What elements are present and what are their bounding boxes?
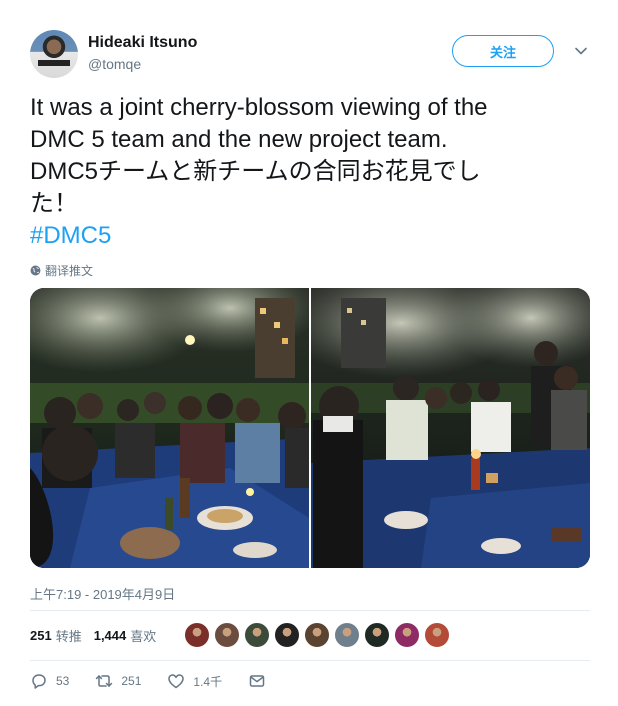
liker-avatar[interactable] [214, 622, 240, 648]
retweets-stat[interactable]: 251 转推 [30, 626, 82, 645]
photo-right[interactable] [311, 288, 590, 568]
liker-avatar[interactable] [334, 622, 360, 648]
retweet-count: 251 [121, 674, 142, 688]
translate-tweet-link[interactable]: 翻译推文 [30, 262, 93, 279]
reply-button[interactable]: 53 [30, 672, 69, 690]
follow-button[interactable]: 关注 [452, 35, 554, 67]
photo-right-image [311, 288, 590, 568]
liker-avatar[interactable] [184, 622, 210, 648]
liker-avatar[interactable] [274, 622, 300, 648]
tweet-text-line: DMC5チームと新チームの合同お花見でし [30, 158, 481, 185]
engagement-stats: 251 转推 1,444 喜欢 [30, 622, 168, 648]
tweet-text-line: た！ [30, 190, 78, 217]
user-handle[interactable]: @tomqe [88, 56, 141, 72]
like-count: 1.4千 [193, 674, 223, 689]
retweets-count: 251 [30, 627, 52, 643]
globe-icon [30, 265, 41, 276]
avatar-jersey-detail [38, 60, 70, 66]
liker-avatar[interactable] [424, 622, 450, 648]
photo-left[interactable] [30, 288, 309, 568]
likes-count: 1,444 [93, 627, 127, 643]
liker-avatar[interactable] [364, 622, 390, 648]
direct-message-button[interactable] [248, 672, 266, 690]
like-button[interactable]: 1.4千 [167, 672, 222, 690]
liker-avatar[interactable] [304, 622, 330, 648]
reply-count: 53 [56, 674, 70, 688]
media-gallery [30, 288, 590, 568]
likes-stat[interactable]: 1,444 喜欢 [94, 626, 157, 645]
photo-left-image [30, 288, 309, 568]
avatar[interactable] [30, 30, 78, 78]
retweet-button[interactable]: 251 [95, 672, 141, 690]
tweet-text-line: It was a joint cherry-blossom viewing of… [30, 94, 488, 121]
tweet-actions: 53 251 1.4千 [30, 672, 292, 690]
liker-avatar[interactable] [394, 622, 420, 648]
heart-icon [168, 674, 185, 689]
tweet-text: It was a joint cherry-blossom viewing of… [30, 92, 585, 252]
message-icon [249, 675, 265, 687]
divider [30, 660, 590, 661]
tweet-card: Hideaki Itsuno @tomqe 关注 It was a joint … [0, 0, 618, 706]
tweet-text-line: DMC 5 team and the new project team. [30, 126, 448, 153]
tweet-timestamp[interactable]: 上午7:19 - 2019年4月9日 [30, 584, 175, 603]
retweet-icon [96, 675, 113, 687]
translate-label: 翻译推文 [45, 264, 94, 278]
likes-label: 喜欢 [130, 628, 157, 644]
chevron-down-icon[interactable] [574, 44, 588, 58]
display-name[interactable]: Hideaki Itsuno [88, 34, 197, 52]
retweets-label: 转推 [55, 628, 82, 644]
likers-avatars [184, 622, 450, 648]
liker-avatar[interactable] [244, 622, 270, 648]
hashtag-link[interactable]: #DMC5 [30, 220, 585, 252]
divider [30, 610, 590, 611]
reply-icon [32, 674, 46, 689]
